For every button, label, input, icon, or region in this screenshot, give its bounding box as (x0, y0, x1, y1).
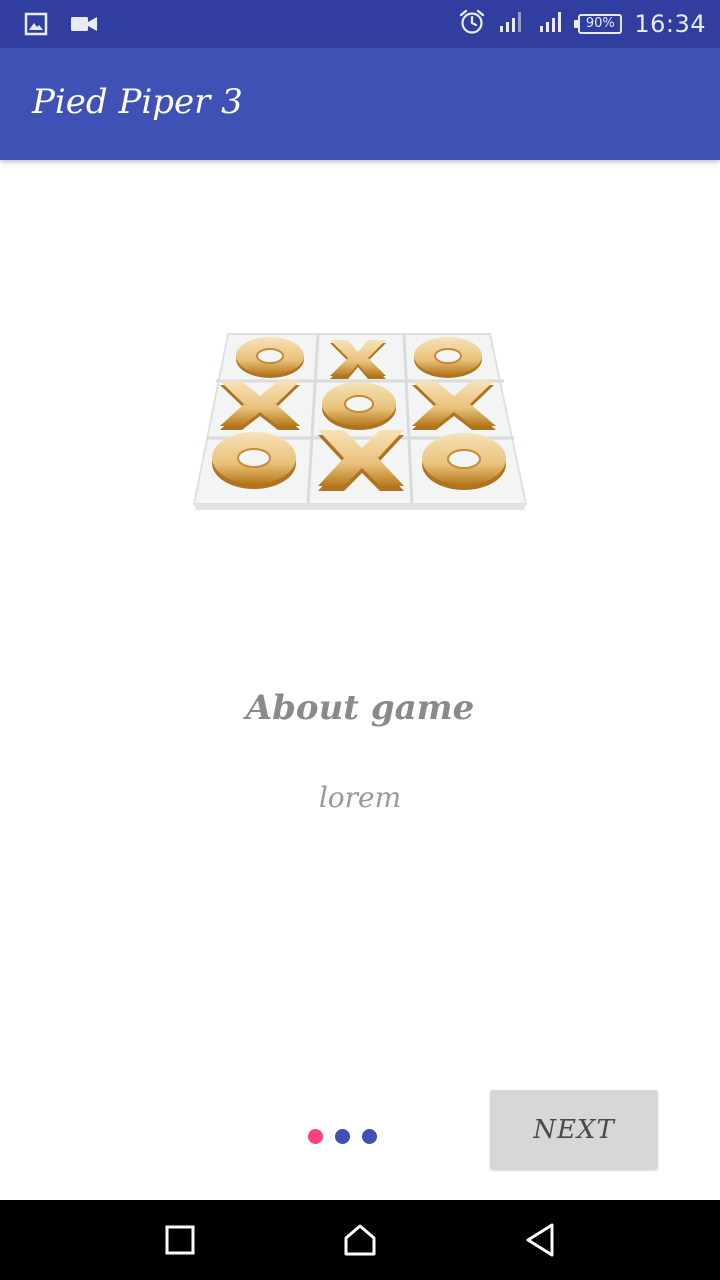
tic-tac-toe-image (190, 326, 530, 512)
battery-indicator: 90% (574, 14, 623, 34)
back-icon[interactable] (520, 1220, 560, 1260)
screen: 90% 16:34 Pied Piper 3 About game lorem … (0, 0, 720, 1280)
next-button[interactable]: NEXT (490, 1090, 658, 1170)
image-icon (24, 12, 48, 40)
video-camera-icon (70, 12, 98, 40)
notification-icons (24, 12, 98, 40)
page-dot-2[interactable] (335, 1129, 350, 1144)
home-icon[interactable] (340, 1220, 380, 1260)
recent-apps-icon[interactable] (160, 1220, 200, 1260)
about-heading: About game (245, 688, 475, 728)
app-title: Pied Piper 3 (32, 82, 243, 122)
signal-icon (498, 10, 526, 38)
signal-icon (538, 10, 566, 38)
page-dot-1[interactable] (308, 1129, 323, 1144)
clock: 16:34 (634, 10, 706, 38)
about-body-text: lorem (318, 781, 402, 814)
navigation-bar (0, 1200, 720, 1280)
alarm-icon (458, 8, 486, 40)
page-dot-3[interactable] (362, 1129, 377, 1144)
app-bar: Pied Piper 3 (0, 48, 720, 160)
page-indicator (308, 1129, 377, 1144)
system-icons: 90% 16:34 (458, 8, 706, 40)
status-bar: 90% 16:34 (0, 0, 720, 48)
